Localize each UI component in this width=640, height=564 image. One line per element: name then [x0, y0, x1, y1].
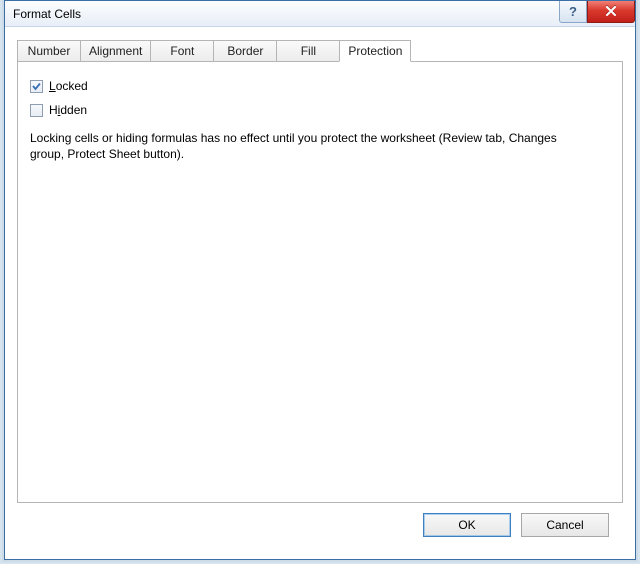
- ok-button[interactable]: OK: [423, 513, 511, 537]
- locked-row: Locked: [30, 76, 610, 96]
- cancel-button[interactable]: Cancel: [521, 513, 609, 537]
- tab-number[interactable]: Number: [17, 40, 81, 62]
- hidden-checkbox[interactable]: [30, 104, 43, 117]
- format-cells-dialog: Format Cells ? Number Alignment Font Bor…: [4, 0, 636, 560]
- locked-checkbox[interactable]: [30, 80, 43, 93]
- hidden-label: Hidden: [49, 103, 87, 117]
- protection-panel: Locked Hidden Locking cells or hiding fo…: [17, 61, 623, 503]
- close-icon: [605, 6, 617, 17]
- tab-alignment[interactable]: Alignment: [80, 40, 151, 62]
- dialog-body: Number Alignment Font Border Fill Protec…: [5, 27, 635, 559]
- help-button[interactable]: ?: [559, 1, 587, 23]
- hidden-row: Hidden: [30, 100, 610, 120]
- close-button[interactable]: [587, 1, 635, 23]
- window-title: Format Cells: [13, 7, 81, 21]
- titlebar-buttons: ?: [559, 1, 635, 23]
- tab-font[interactable]: Font: [150, 40, 214, 62]
- locked-label: Locked: [49, 79, 88, 93]
- protection-description: Locking cells or hiding formulas has no …: [30, 130, 590, 162]
- titlebar[interactable]: Format Cells ?: [5, 1, 635, 27]
- checkmark-icon: [31, 81, 42, 92]
- help-icon: ?: [569, 4, 577, 19]
- tab-fill[interactable]: Fill: [276, 40, 340, 62]
- tab-border[interactable]: Border: [213, 40, 277, 62]
- tabstrip: Number Alignment Font Border Fill Protec…: [17, 39, 623, 62]
- tab-protection[interactable]: Protection: [339, 40, 411, 62]
- button-bar: OK Cancel: [17, 503, 623, 547]
